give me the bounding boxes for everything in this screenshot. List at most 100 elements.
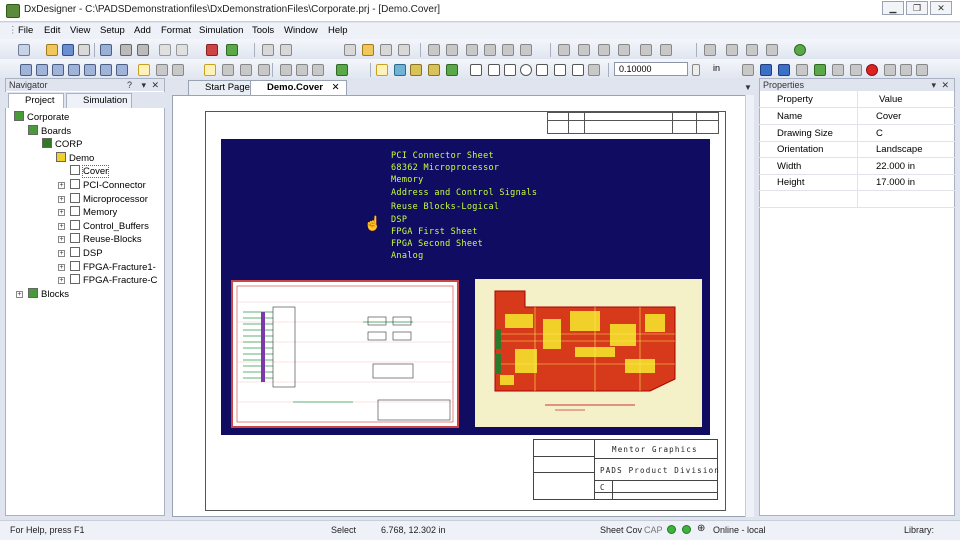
property-row[interactable]: Width 22.000 in <box>759 157 955 175</box>
property-value[interactable]: C <box>876 128 883 139</box>
find-icon[interactable] <box>120 44 132 56</box>
expand-icon[interactable]: + <box>58 209 65 217</box>
close-button[interactable]: ✕ <box>930 1 952 15</box>
power-icon[interactable] <box>640 44 652 56</box>
pin-icon[interactable]: ▾ <box>931 79 936 91</box>
line-icon[interactable] <box>470 64 482 76</box>
copy-icon[interactable] <box>262 44 274 56</box>
cross-probe-icon[interactable] <box>428 44 440 56</box>
property-value[interactable]: 22.000 in <box>876 161 915 172</box>
library-icon[interactable] <box>742 64 754 76</box>
drc-icon[interactable] <box>850 64 862 76</box>
place-part-icon[interactable] <box>558 44 570 56</box>
select-toggle-icon[interactable] <box>138 64 150 76</box>
symbol-icon[interactable] <box>362 44 374 56</box>
forward-annotate-icon[interactable] <box>484 44 496 56</box>
zoom-out-icon[interactable] <box>36 64 48 76</box>
tab-demo-cover[interactable]: Demo.Cover ✕ <box>250 80 347 95</box>
fit-sheet-icon[interactable] <box>172 64 184 76</box>
check-icon[interactable] <box>226 44 238 56</box>
bom-icon[interactable] <box>832 64 844 76</box>
property-row[interactable]: Orientation Landscape <box>759 141 955 159</box>
tree-item[interactable]: + Memory <box>58 206 117 219</box>
close-icon[interactable]: ✕ <box>941 79 949 91</box>
text-tool-icon[interactable] <box>572 64 584 76</box>
layout-icon[interactable] <box>240 64 252 76</box>
property-row[interactable]: Name Cover <box>759 108 955 125</box>
property-value[interactable]: Landscape <box>876 144 922 155</box>
zoom-dropdown-icon[interactable] <box>692 64 700 76</box>
tree-item[interactable]: + FPGA-Fracture-C <box>58 274 157 287</box>
pin-icon[interactable] <box>704 44 716 56</box>
tree-item[interactable]: + PCI-Connector <box>58 179 146 192</box>
wire-icon[interactable] <box>410 64 422 76</box>
print-icon[interactable] <box>78 44 90 56</box>
select-arrow-icon[interactable] <box>376 64 388 76</box>
stop-icon[interactable] <box>866 64 878 76</box>
tab-project[interactable]: Project <box>8 93 64 108</box>
expand-icon[interactable]: + <box>58 236 65 244</box>
bus-icon[interactable] <box>428 64 440 76</box>
tab-list-chevron-icon[interactable]: ▼ <box>744 83 752 92</box>
layout-link-icon[interactable] <box>884 64 896 76</box>
options-icon[interactable] <box>916 64 928 76</box>
redo-icon[interactable] <box>176 44 188 56</box>
new-icon[interactable] <box>18 44 30 56</box>
open-icon[interactable] <box>46 44 58 56</box>
verify-icon[interactable] <box>520 44 532 56</box>
arc-icon[interactable] <box>536 64 548 76</box>
cut-icon[interactable] <box>100 44 112 56</box>
ground-icon[interactable] <box>660 44 672 56</box>
reports-icon[interactable] <box>796 64 808 76</box>
binoculars-icon[interactable] <box>137 44 149 56</box>
menu-help[interactable]: Help <box>328 25 348 36</box>
sheet-icon[interactable] <box>344 44 356 56</box>
symbol-editor-icon[interactable] <box>760 64 772 76</box>
netlist-icon[interactable] <box>814 64 826 76</box>
tree-item[interactable]: Corporate <box>14 111 69 124</box>
tree-item[interactable]: Cover <box>70 165 110 179</box>
polygon-icon[interactable] <box>554 64 566 76</box>
property-value[interactable]: 17.000 in <box>876 177 915 188</box>
label-icon[interactable] <box>726 44 738 56</box>
align-left-icon[interactable] <box>280 64 292 76</box>
package-icon[interactable] <box>466 44 478 56</box>
tree-item[interactable]: + Microprocessor <box>58 192 148 206</box>
canvas-vertical-scrollbar[interactable] <box>745 95 754 517</box>
block-icon[interactable] <box>380 44 392 56</box>
pan-icon[interactable] <box>100 64 112 76</box>
tree-item[interactable]: Demo <box>56 151 94 165</box>
align-right-icon[interactable] <box>296 64 308 76</box>
tab-start-page[interactable]: Start Page <box>188 80 257 95</box>
zoom-fit-icon[interactable] <box>52 64 64 76</box>
rectangle-icon[interactable] <box>504 64 516 76</box>
run-icon[interactable] <box>336 64 348 76</box>
property-icon[interactable] <box>398 44 410 56</box>
tree-item[interactable]: Boards <box>28 124 71 138</box>
menu-edit[interactable]: Edit <box>44 25 60 36</box>
expand-icon[interactable]: + <box>58 277 65 285</box>
expand-icon[interactable]: + <box>58 195 65 203</box>
part-editor-icon[interactable] <box>778 64 790 76</box>
back-annotate-icon[interactable] <box>502 44 514 56</box>
expand-icon[interactable]: + <box>58 263 65 271</box>
refresh-icon[interactable] <box>794 44 806 56</box>
place-bus-icon[interactable] <box>598 44 610 56</box>
grid-icon[interactable] <box>204 64 216 76</box>
graphics-icon[interactable] <box>766 44 778 56</box>
compile-icon[interactable] <box>446 44 458 56</box>
hierarchy-icon[interactable] <box>258 64 270 76</box>
delete-icon[interactable] <box>206 44 218 56</box>
expand-icon[interactable]: + <box>58 182 65 189</box>
redraw-icon[interactable] <box>116 64 128 76</box>
tree-item[interactable]: + Control_Buffers <box>58 219 149 233</box>
help-icon[interactable]: ? <box>127 79 132 91</box>
property-row[interactable]: Drawing Size C <box>759 124 955 142</box>
pin-icon[interactable]: ▾ <box>141 79 146 91</box>
tree-item[interactable]: + Blocks <box>16 287 69 301</box>
zoom-area-icon[interactable] <box>68 64 80 76</box>
property-value[interactable]: Cover <box>876 111 901 122</box>
pads-icon[interactable] <box>900 64 912 76</box>
menu-simulation[interactable]: Simulation <box>199 25 243 36</box>
expand-icon[interactable]: + <box>16 290 23 298</box>
